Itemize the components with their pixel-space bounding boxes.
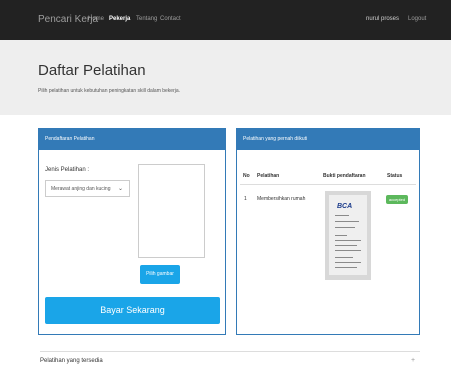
receipt-line [335,215,349,216]
receipt-line [335,250,361,251]
receipt-line [335,245,357,246]
logout-link[interactable]: Logout [408,16,426,22]
pay-now-button[interactable]: Bayar Sekarang [45,297,220,324]
status-badge: accepted [386,195,408,204]
receipt-line [335,240,361,241]
nav-tentang[interactable]: Tentang [136,16,157,22]
page-subtitle: Pilih pelatihan untuk kebutuhan peningka… [38,88,181,94]
training-type-label: Jenis Pelatihan : [45,167,90,173]
column-header-proof: Bukti pendaftaran [323,173,366,179]
column-header-status: Status [387,173,403,179]
payment-receipt-image[interactable]: BCA [325,191,371,280]
receipt-line [335,262,361,263]
bank-logo: BCA [337,203,353,210]
user-name[interactable]: nurul proses [366,16,399,22]
receipt-line [335,267,357,268]
expand-icon[interactable]: + [411,357,415,364]
registration-panel-heading: Pendaftaran Pelatihan [39,129,225,150]
nav-pekerja[interactable]: Pekerja [109,16,130,22]
image-preview [138,164,205,258]
receipt-line [335,221,359,222]
history-panel-heading: Pelatihan yang pernah diikuti [237,129,419,150]
row-training-name: Membersihkan rumah [257,196,306,202]
column-header-training: Pelatihan [257,173,280,179]
nav-home[interactable]: Home [88,16,104,22]
available-trainings-title[interactable]: Pelatihan yang tersedia [40,358,103,364]
section-divider [40,351,420,352]
training-type-value: Merawat anjing dan kucing [51,186,111,192]
training-type-select[interactable]: Merawat anjing dan kucing ⌄ [45,180,130,197]
row-number: 1 [244,196,247,202]
nav-contact[interactable]: Contact [160,16,181,22]
table-divider [240,184,416,185]
column-header-no: No [243,173,250,179]
receipt-line [335,235,347,236]
receipt-line [335,227,355,228]
receipt-paper: BCA [329,195,367,275]
navbar: Pencari Kerja Home Pekerja Tentang Conta… [0,0,451,40]
page-title: Daftar Pelatihan [38,62,146,79]
pick-image-button[interactable]: Pilih gambar [140,265,180,284]
receipt-line [335,257,353,258]
chevron-down-icon: ⌄ [117,186,123,192]
